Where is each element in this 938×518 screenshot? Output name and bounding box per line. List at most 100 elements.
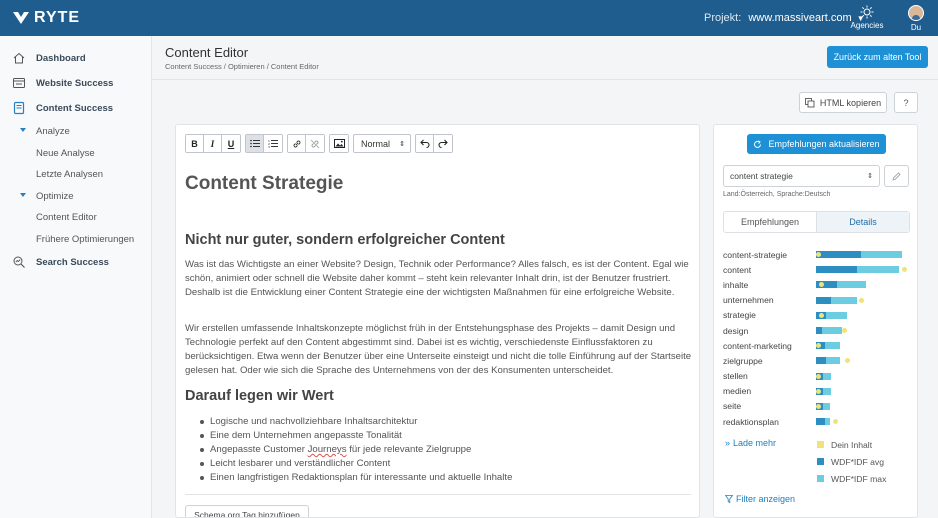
italic-button[interactable]: I: [204, 135, 222, 152]
ryte-logo[interactable]: RYTE: [12, 9, 80, 27]
legend-swatch: [817, 458, 824, 465]
sidebar-item-website-success[interactable]: Website Success: [0, 73, 152, 93]
wdf-idf-avg-bar: [816, 357, 827, 365]
user-menu[interactable]: Du: [904, 5, 928, 32]
format-select[interactable]: Normal ⇕: [353, 134, 411, 153]
underline-button[interactable]: U: [222, 135, 240, 152]
list-item: Logische und nachvollziehbare Inhaltsarc…: [199, 415, 512, 429]
keyword-term: medien: [723, 386, 752, 397]
own-content-marker: [816, 252, 821, 257]
sidebar-item-search-success[interactable]: Search Success: [0, 252, 152, 272]
legend-swatch: [817, 441, 824, 448]
html-copy-button[interactable]: HTML kopieren: [799, 92, 887, 113]
sidebar-item-analyze[interactable]: Analyze: [0, 121, 152, 141]
keyword-term: inhalte: [723, 279, 749, 290]
bold-button[interactable]: B: [186, 135, 204, 152]
sidebar-item-optimize[interactable]: Optimize: [0, 186, 152, 206]
tab-details[interactable]: Details: [816, 212, 909, 232]
land-language-info: Land:Österreich, Sprache:Deutsch: [723, 191, 831, 198]
keyword-row: content-marketing: [723, 338, 913, 353]
content-paragraph: Wir erstellen umfassende Inhaltskonzepte…: [185, 323, 692, 376]
own-content-marker: [845, 358, 851, 364]
own-content-marker: [859, 297, 864, 303]
keyword-row: strategie: [723, 308, 913, 323]
keyword-term: stellen: [723, 371, 748, 382]
content-paragraph: Was ist das Wichtigste an einer Website?…: [185, 259, 689, 298]
page-title: Content Editor: [165, 45, 249, 60]
schema-tag-button[interactable]: Schema.org Tag hinzufügen: [185, 505, 309, 517]
keyword-row: stellen: [723, 369, 913, 384]
list-group: 1 2 3: [245, 134, 283, 153]
own-content-marker: [816, 388, 821, 394]
legend-label: WDF*IDF avg: [831, 456, 884, 467]
ryte-logo-icon: [13, 12, 29, 24]
sidebar-item-neue-analyse[interactable]: Neue Analyse: [0, 143, 152, 163]
home-icon: [13, 52, 25, 64]
sidebar-item-label: Content Editor: [36, 211, 97, 223]
content-editor[interactable]: B I U 1 2 3 Normal ⇕ Content Strategie N…: [175, 124, 700, 518]
sidebar-item-dashboard[interactable]: Dashboard: [0, 48, 152, 68]
sun-icon: [860, 5, 874, 19]
bullet-list-icon: [249, 139, 260, 148]
keyword-chart: content-strategie content inhalte unternehm…: [723, 247, 913, 429]
old-tool-button[interactable]: Zurück zum alten Tool: [827, 46, 928, 68]
load-more-link[interactable]: » Lade mehr: [725, 438, 776, 448]
own-content-marker: [902, 267, 907, 273]
pencil-icon: [892, 171, 901, 181]
image-button[interactable]: [330, 135, 348, 152]
numbered-list-button[interactable]: 1 2 3: [264, 135, 282, 152]
load-more-label: Lade mehr: [733, 438, 777, 448]
keyword-term: unternehmen: [723, 295, 774, 306]
filter-link[interactable]: Filter anzeigen: [725, 494, 795, 504]
filter-icon: [725, 495, 733, 503]
project-value: www.massiveart.com: [748, 12, 852, 24]
undo-button[interactable]: [416, 135, 434, 152]
bullet-list-button[interactable]: [246, 135, 264, 152]
sidebar: Dashboard Website Success Content Succes…: [0, 36, 152, 518]
sidebar-item-content-editor[interactable]: Content Editor: [0, 207, 152, 227]
spelling-flagged-word[interactable]: Journeys: [308, 444, 347, 455]
redo-button[interactable]: [434, 135, 452, 152]
sidebar-item-label: Letzte Analysen: [36, 168, 104, 180]
redo-icon: [438, 139, 448, 148]
unlink-button[interactable]: [306, 135, 324, 152]
keyword-row: design: [723, 323, 913, 338]
editor-divider: [185, 494, 691, 495]
keyword-select[interactable]: content strategie ⇕: [723, 165, 880, 187]
own-content-marker: [833, 419, 839, 425]
triangle-down-icon: [20, 128, 26, 132]
sidebar-item-label: Search Success: [36, 256, 109, 268]
project-selector[interactable]: Projekt: www.massiveart.com ▼: [704, 12, 865, 24]
keyword-term: seite: [723, 401, 742, 412]
svg-text:3: 3: [268, 145, 270, 148]
keyword-row: unternehmen: [723, 293, 913, 308]
search-chart-icon: [13, 256, 25, 268]
own-content-marker: [816, 403, 821, 409]
html-copy-label: HTML kopieren: [819, 97, 882, 108]
wdf-idf-avg-bar: [816, 326, 823, 334]
sidebar-item-label: Dashboard: [36, 52, 86, 64]
legend-label: WDF*IDF max: [831, 473, 887, 484]
breadcrumb: Content Success / Optimieren / Content E…: [165, 62, 319, 71]
keyword-term: design: [723, 325, 749, 336]
edit-keyword-button[interactable]: [884, 165, 909, 187]
sidebar-item-fruehere-optimierungen[interactable]: Frühere Optimierungen: [0, 229, 152, 249]
user-label: Du: [910, 23, 922, 32]
sidebar-item-content-success[interactable]: Content Success: [0, 98, 152, 118]
help-button[interactable]: ?: [894, 92, 918, 113]
link-button[interactable]: [288, 135, 306, 152]
editor-toolbar: B I U 1 2 3 Normal ⇕: [185, 134, 457, 153]
keyword-term: strategie: [723, 310, 756, 321]
agencies-label: Agencies: [850, 21, 884, 30]
refresh-icon: [754, 139, 762, 148]
list-item: Einen langfristigen Redaktionsplan für i…: [199, 471, 512, 485]
triangle-down-icon: [20, 193, 26, 197]
recommendations-panel: Empfehlungen aktualisieren content strat…: [713, 124, 918, 518]
tab-empfehlungen[interactable]: Empfehlungen: [724, 212, 816, 232]
keyword-row: content-strategie: [723, 247, 913, 262]
refresh-recommendations-button[interactable]: Empfehlungen aktualisieren: [747, 134, 886, 154]
sidebar-item-letzte-analysen[interactable]: Letzte Analysen: [0, 164, 152, 184]
agencies-button[interactable]: Agencies: [848, 5, 886, 30]
wdf-idf-avg-bar: [816, 266, 858, 274]
copy-icon: [804, 97, 815, 107]
